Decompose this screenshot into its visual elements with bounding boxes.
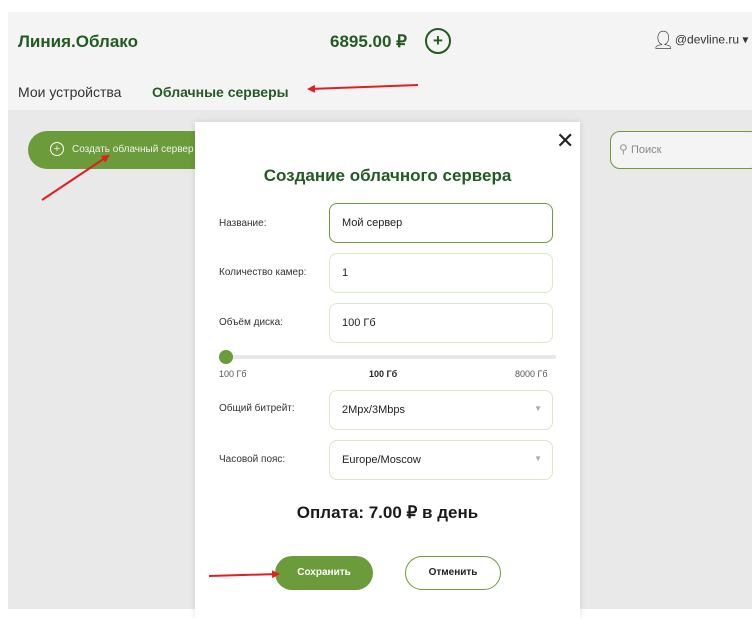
- disk-size-slider-track[interactable]: [223, 355, 556, 359]
- camera-count-value: 1: [342, 267, 349, 279]
- disk-size-slider-thumb[interactable]: [219, 350, 233, 364]
- server-name-value: Мой сервер: [342, 217, 403, 229]
- name-label: Название:: [219, 218, 267, 229]
- user-menu[interactable]: 👤︎@devline.ru ▾: [652, 30, 748, 51]
- create-cloud-server-label: Создать облачный сервер: [72, 144, 194, 155]
- search-icon: ⚲: [619, 142, 628, 156]
- disk-size-value: 100 Гб: [342, 317, 376, 329]
- cameras-label: Количество камер:: [219, 267, 307, 278]
- sub-navigation: Мои устройства Облачные серверы: [8, 74, 752, 110]
- user-email: @devline.ru: [674, 32, 740, 47]
- add-balance-button[interactable]: +: [425, 28, 451, 54]
- timezone-value: Europe/Moscow: [342, 454, 421, 466]
- search-input[interactable]: ⚲ Поиск: [610, 131, 752, 169]
- nav-cloud-servers[interactable]: Облачные серверы: [152, 84, 289, 100]
- slider-current-label: 100 Гб: [369, 369, 398, 379]
- nav-my-devices[interactable]: Мои устройства: [18, 84, 121, 100]
- modal-title: Создание облачного сервера: [263, 166, 512, 185]
- disk-size-input[interactable]: 100 Гб: [329, 303, 553, 343]
- bitrate-select[interactable]: 2Mpx/3Mbps ▼: [329, 390, 553, 430]
- chevron-down-icon: ▼: [534, 404, 542, 413]
- bitrate-label: Общий битрейт:: [219, 403, 295, 414]
- slider-min-label: 100 Гб: [219, 369, 247, 379]
- close-icon[interactable]: ✕: [556, 130, 574, 152]
- user-icon: 👤︎: [652, 30, 675, 50]
- brand-logo[interactable]: Линия.Облако: [18, 32, 138, 52]
- chevron-down-icon: ▾: [742, 32, 749, 47]
- top-bar: Линия.Облако 6895.00 ₽ + 👤︎@devline.ru ▾: [8, 12, 752, 75]
- save-button[interactable]: Сохранить: [275, 556, 373, 590]
- cancel-button[interactable]: Отменить: [405, 556, 501, 590]
- account-balance: 6895.00 ₽: [330, 32, 407, 51]
- timezone-select[interactable]: Europe/Moscow ▼: [329, 440, 553, 480]
- server-name-input[interactable]: Мой сервер: [329, 203, 553, 243]
- camera-count-input[interactable]: 1: [329, 253, 553, 293]
- bitrate-value: 2Mpx/3Mbps: [342, 404, 405, 416]
- payment-summary: Оплата: 7.00 ₽ в день: [296, 503, 479, 522]
- chevron-down-icon: ▼: [534, 454, 542, 463]
- search-placeholder: Поиск: [631, 144, 662, 156]
- plus-circle-icon: +: [50, 142, 64, 156]
- disk-label: Объём диска:: [219, 317, 283, 328]
- slider-max-label: 8000 Гб: [515, 369, 548, 379]
- timezone-label: Часовой пояс:: [219, 454, 286, 465]
